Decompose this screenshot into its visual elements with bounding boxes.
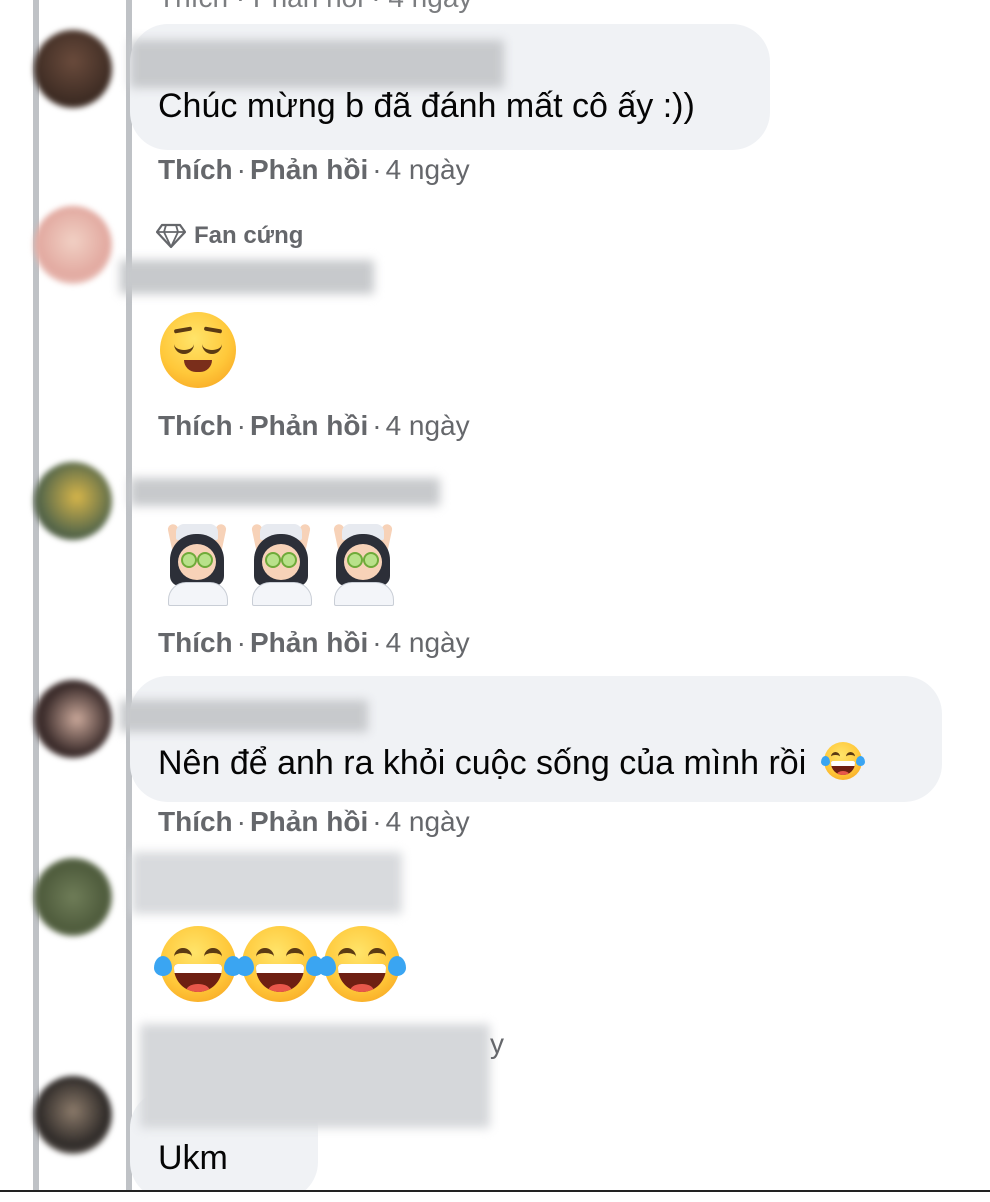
separator: · [236, 410, 246, 441]
commenter-name-redacted[interactable] [120, 260, 374, 294]
separator: · [372, 154, 382, 185]
comment-actions: Thích · Phản hồi · 4 ngày [158, 806, 470, 838]
timestamp[interactable]: 4 ngày [386, 627, 470, 658]
avatar[interactable] [34, 30, 112, 108]
redacted-block [140, 1024, 490, 1128]
commenter-name-redacted[interactable] [132, 852, 402, 914]
badge-label: Fan cứng [194, 222, 304, 249]
separator: · [236, 627, 246, 658]
like-button[interactable]: Thích [158, 154, 233, 185]
fan-badge: Fan cứng [156, 222, 303, 250]
face-with-tears-of-joy-icon [154, 926, 242, 1002]
partial-meta: y [490, 1028, 504, 1059]
reply-button[interactable]: Phản hồi [250, 410, 368, 441]
bottom-edge [0, 1190, 990, 1202]
thread-line-reply [126, 0, 132, 1192]
commenter-name-redacted[interactable] [130, 478, 440, 506]
separator: · [372, 410, 382, 441]
relieved-face-icon [160, 312, 236, 388]
reply-button[interactable]: Phản hồi [250, 154, 368, 185]
avatar[interactable] [34, 680, 112, 758]
avatar[interactable] [34, 206, 112, 284]
person-in-steamy-room-icon [166, 523, 228, 606]
like-button[interactable]: Thích [158, 806, 233, 837]
like-button[interactable]: Thích [158, 627, 233, 658]
comment-actions: Thích · Phản hồi · 4 ngày [158, 410, 470, 442]
timestamp[interactable]: 4 ngày [386, 806, 470, 837]
separator: · [236, 806, 246, 837]
person-in-steamy-room-icon [250, 523, 312, 606]
avatar[interactable] [34, 1076, 112, 1154]
separator: · [372, 806, 382, 837]
thread-line-left [33, 0, 39, 1192]
avatar[interactable] [34, 462, 112, 540]
separator: · [236, 154, 246, 185]
comment-bubble [130, 676, 942, 802]
like-button[interactable]: Thích [158, 410, 233, 441]
commenter-name-redacted[interactable] [120, 700, 368, 732]
comment-text: Ukm [158, 1139, 228, 1177]
separator: · [372, 627, 382, 658]
face-with-tears-of-joy-icon [236, 926, 324, 1002]
diamond-icon [156, 223, 186, 249]
comment-actions: Thích · Phản hồi · 4 ngày [158, 154, 470, 186]
timestamp[interactable]: 4 ngày [386, 154, 470, 185]
avatar[interactable] [34, 858, 112, 936]
face-with-tears-of-joy-icon [318, 926, 406, 1002]
person-in-steamy-room-icon [332, 523, 394, 606]
comment-text: Nên để anh ra khỏi cuộc sống của mình rồ… [158, 744, 807, 782]
face-with-tears-of-joy-icon [820, 742, 865, 780]
reply-button[interactable]: Phản hồi [250, 627, 368, 658]
reply-button[interactable]: Phản hồi [250, 806, 368, 837]
timestamp[interactable]: 4 ngày [386, 410, 470, 441]
commenter-name-redacted[interactable] [130, 40, 504, 88]
action-row-partial: Thích · Phản hồi · 4 ngày [158, 0, 472, 14]
comment-text-row: Nên để anh ra khỏi cuộc sống của mình rồ… [158, 742, 865, 783]
comment-actions: Thích · Phản hồi · 4 ngày [158, 627, 470, 659]
comment-text: Chúc mừng b đã đánh mất cô ấy :)) [158, 87, 695, 125]
